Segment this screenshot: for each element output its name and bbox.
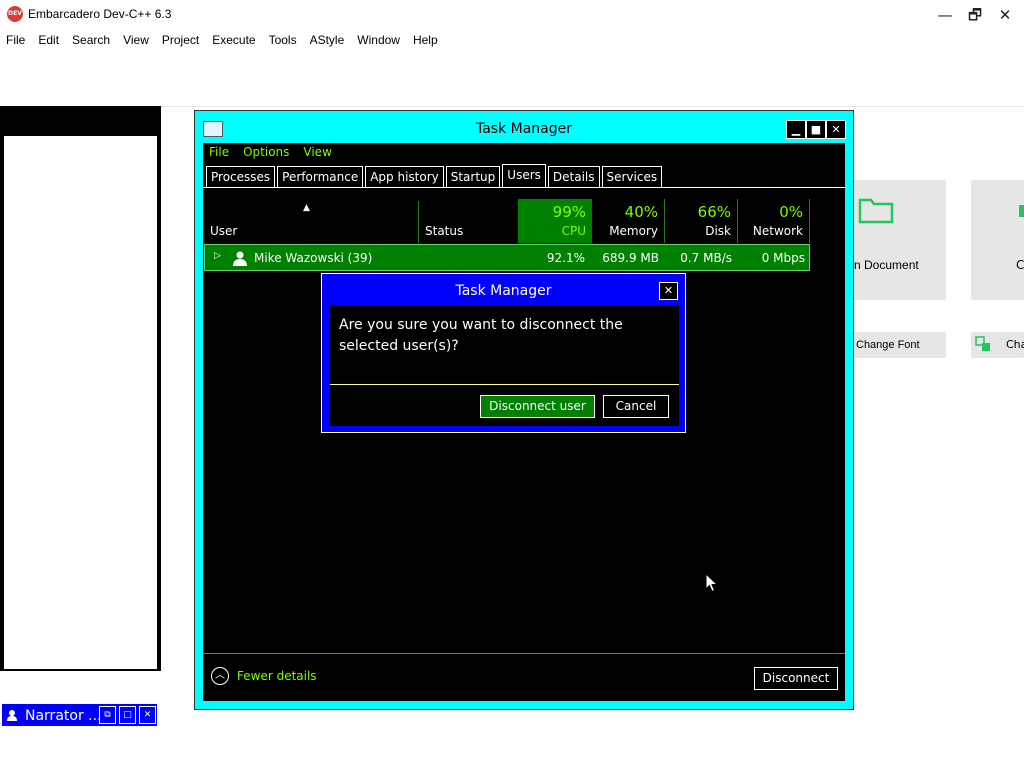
column-header-user[interactable]: User bbox=[210, 224, 237, 238]
menu-search[interactable]: Search bbox=[72, 30, 110, 52]
tm-maximize-button[interactable]: ■ bbox=[806, 120, 826, 139]
dialog-message: Are you sure you want to disconnect the … bbox=[339, 317, 623, 354]
dialog-close-button[interactable]: ✕ bbox=[659, 282, 678, 300]
tm-menu-file[interactable]: File bbox=[209, 145, 229, 159]
change-font-button[interactable]: Change Font bbox=[852, 332, 946, 358]
table-row[interactable]: ▷ Mike Wazowski (39) 92.1% 689.9 MB 0.7 … bbox=[204, 244, 810, 271]
narrator-maximize-button[interactable]: □ bbox=[119, 706, 136, 724]
project-tree[interactable] bbox=[4, 136, 157, 669]
disk-total-pct: 66% bbox=[697, 203, 731, 221]
memory-label: Memory bbox=[609, 224, 658, 238]
devcpp-window-title: Embarcadero Dev-C++ 6.3 bbox=[28, 7, 172, 21]
maximize-button[interactable]: 🗗 bbox=[960, 4, 990, 26]
welcome-tile[interactable] bbox=[971, 180, 1024, 300]
tab-performance[interactable]: Performance bbox=[277, 166, 364, 188]
disconnect-user-button[interactable]: Disconnect user bbox=[480, 395, 595, 418]
row-user-name: Mike Wazowski (39) bbox=[254, 251, 373, 265]
disk-label: Disk bbox=[705, 224, 731, 238]
tab-startup[interactable]: Startup bbox=[445, 166, 501, 188]
menu-project[interactable]: Project bbox=[162, 30, 199, 52]
menu-edit[interactable]: Edit bbox=[38, 30, 59, 52]
expand-chevron-icon[interactable]: ▷ bbox=[214, 251, 221, 261]
column-separator bbox=[418, 201, 419, 243]
disconnect-dialog: Task Manager ✕ Are you sure you want to … bbox=[321, 273, 686, 433]
row-disk: 0.7 MB/s bbox=[680, 251, 732, 265]
mouse-cursor-icon bbox=[705, 573, 719, 593]
tm-menubar: File Options View bbox=[209, 145, 346, 159]
column-header-memory[interactable]: 40% Memory bbox=[592, 199, 665, 243]
narrator-close-button[interactable]: ✕ bbox=[139, 706, 156, 724]
tm-close-button[interactable]: ✕ bbox=[826, 120, 846, 139]
menu-astyle[interactable]: AStyle bbox=[310, 30, 345, 52]
tab-app-history[interactable]: App history bbox=[365, 166, 444, 188]
column-header-cpu[interactable]: 99% CPU bbox=[518, 199, 592, 243]
tab-services[interactable]: Services bbox=[601, 166, 663, 188]
menu-help[interactable]: Help bbox=[413, 30, 438, 52]
change-icon bbox=[975, 336, 990, 351]
dialog-body: Are you sure you want to disconnect the … bbox=[330, 305, 679, 426]
row-network: 0 Mbps bbox=[761, 251, 805, 265]
tile-icon bbox=[1019, 205, 1024, 217]
dialog-divider bbox=[330, 384, 679, 385]
minimize-button[interactable]: — bbox=[930, 4, 960, 26]
row-memory: 689.9 MB bbox=[602, 251, 659, 265]
tab-processes[interactable]: Processes bbox=[206, 166, 276, 188]
menu-window[interactable]: Window bbox=[357, 30, 400, 52]
network-label: Network bbox=[752, 224, 803, 238]
dialog-title: Task Manager bbox=[455, 283, 552, 299]
cancel-button[interactable]: Cancel bbox=[603, 395, 669, 418]
sort-up-icon: ▲ bbox=[303, 203, 310, 213]
fewer-details-link[interactable]: Fewer details bbox=[237, 669, 317, 683]
user-icon bbox=[233, 251, 247, 266]
tab-users[interactable]: Users bbox=[502, 164, 546, 187]
narrator-icon bbox=[7, 710, 17, 721]
close-button[interactable]: ✕ bbox=[990, 4, 1020, 26]
cpu-label: CPU bbox=[561, 224, 586, 238]
disconnect-button[interactable]: Disconnect bbox=[754, 667, 838, 690]
open-document-label: n Document bbox=[854, 258, 919, 272]
task-manager-title: Task Manager bbox=[475, 121, 573, 137]
devcpp-app-icon: DEV C++ bbox=[7, 6, 23, 33]
folder-icon bbox=[858, 198, 894, 224]
narrator-title: Narrator ... bbox=[25, 708, 102, 724]
column-header-status[interactable]: Status bbox=[425, 224, 463, 238]
menu-view[interactable]: View bbox=[123, 30, 149, 52]
cpu-total-pct: 99% bbox=[552, 203, 586, 221]
tab-details[interactable]: Details bbox=[547, 166, 600, 188]
welcome-tile-label: C bbox=[1016, 258, 1024, 272]
network-total-pct: 0% bbox=[779, 203, 803, 221]
change-button-label: Cha bbox=[1006, 338, 1024, 351]
devcpp-menubar: File Edit Search View Project Execute To… bbox=[0, 30, 1024, 52]
tm-menu-view[interactable]: View bbox=[303, 145, 331, 159]
footer-divider bbox=[203, 653, 845, 654]
menu-file[interactable]: File bbox=[6, 30, 25, 52]
menu-tools[interactable]: Tools bbox=[269, 30, 297, 52]
column-header-disk[interactable]: 66% Disk bbox=[665, 199, 738, 243]
tm-minimize-button[interactable]: ▁ bbox=[786, 120, 806, 139]
row-cpu: 92.1% bbox=[546, 251, 585, 265]
memory-total-pct: 40% bbox=[624, 203, 658, 221]
menu-execute[interactable]: Execute bbox=[212, 30, 255, 52]
narrator-restore-button[interactable]: ⧉ bbox=[99, 706, 116, 724]
chevron-up-icon[interactable]: ︿ bbox=[211, 667, 229, 685]
tm-tabs: Processes Performance App history Startu… bbox=[206, 164, 664, 188]
column-header-network[interactable]: 0% Network bbox=[738, 199, 810, 243]
narrator-window[interactable]: Narrator ... ⧉ □ ✕ bbox=[1, 703, 158, 727]
tm-menu-options[interactable]: Options bbox=[243, 145, 289, 159]
